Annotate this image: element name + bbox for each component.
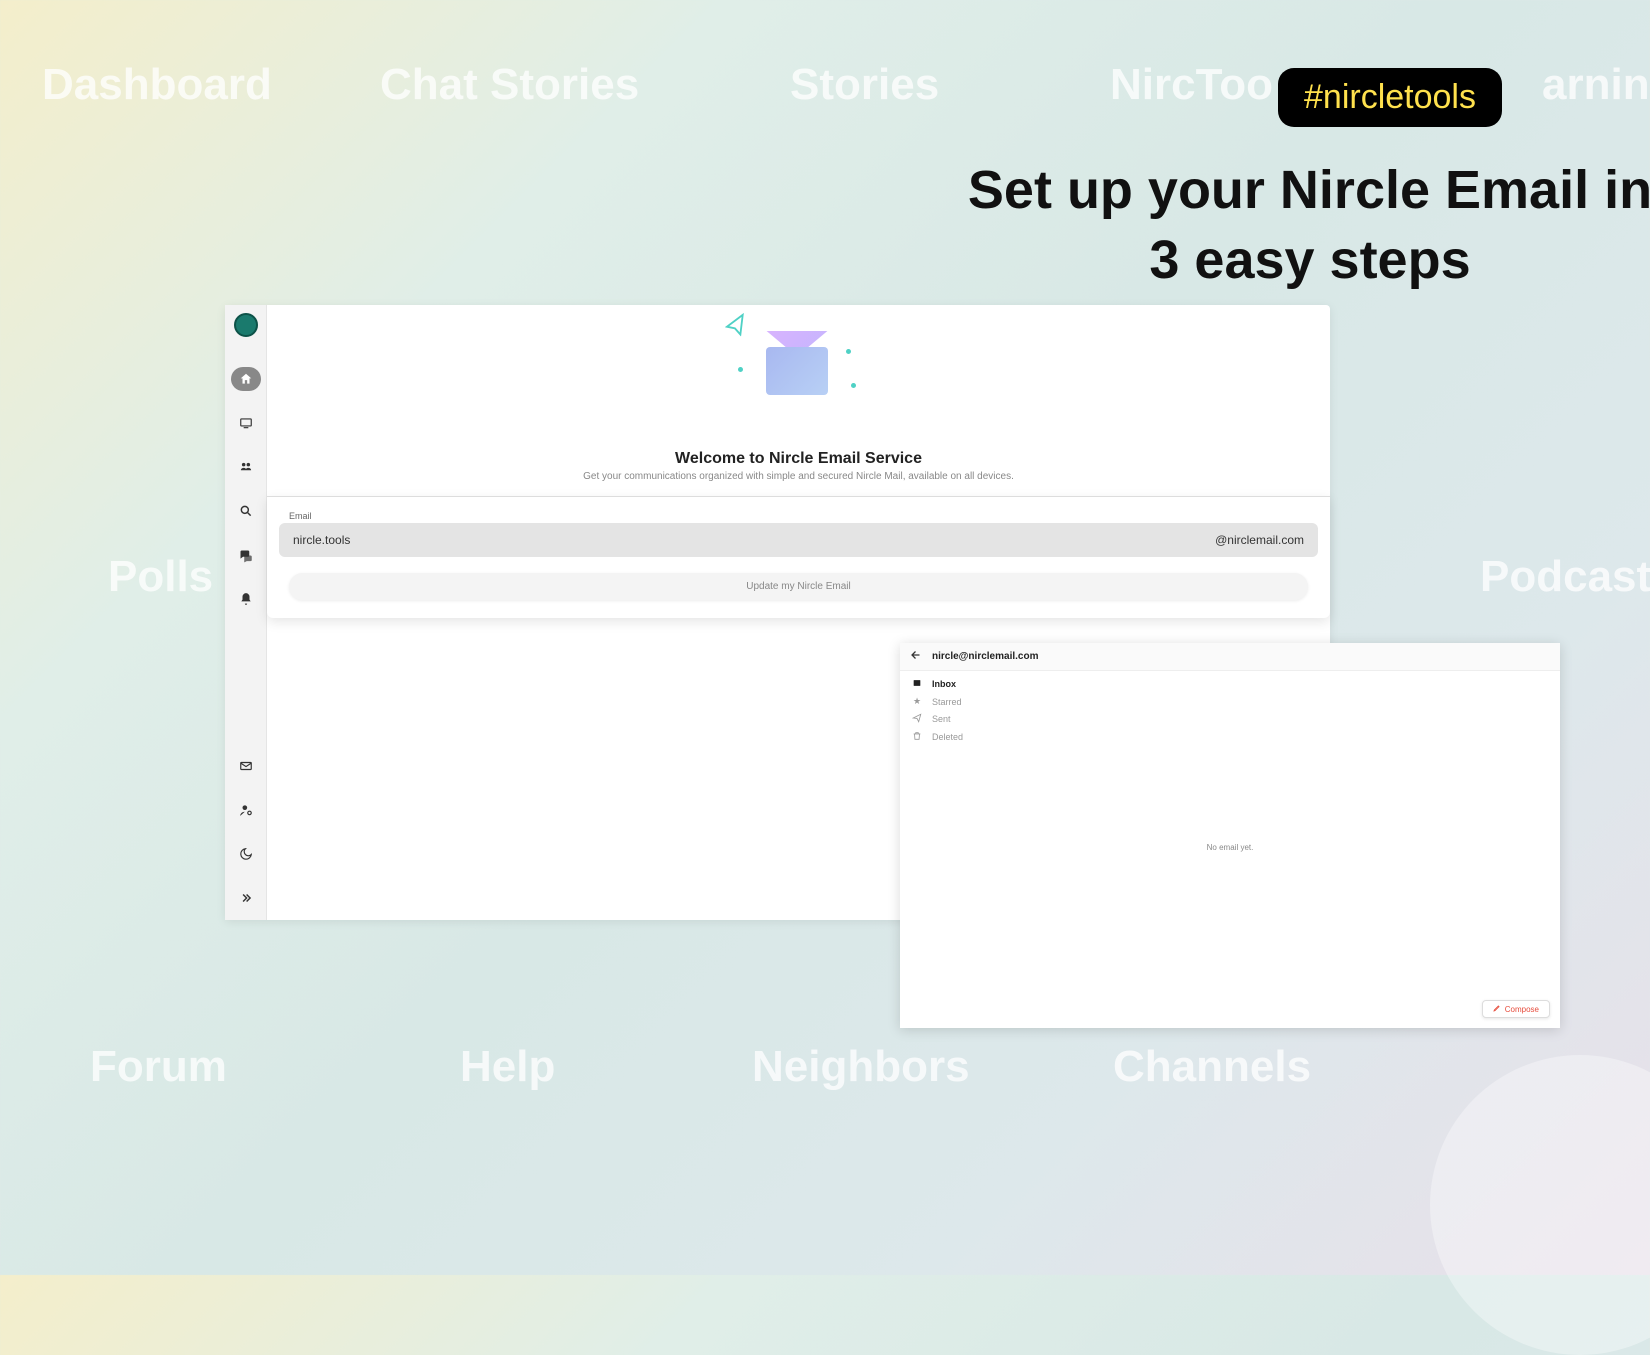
app-sidebar — [225, 305, 267, 920]
email-label: Email — [279, 511, 1318, 521]
mail-icon[interactable] — [234, 754, 258, 778]
compose-label: Compose — [1505, 1005, 1539, 1014]
email-suffix: @nirclemail.com — [1215, 533, 1304, 547]
bg-podcast: Podcast — [1480, 552, 1650, 602]
bg-polls: Polls — [108, 552, 213, 602]
folder-starred[interactable]: ★ Starred — [900, 693, 1560, 710]
star-icon: ★ — [912, 696, 922, 707]
people-icon[interactable] — [234, 455, 258, 479]
hashtag-pill: #nircletools — [1278, 68, 1502, 127]
email-input-row: @nirclemail.com — [279, 523, 1318, 557]
welcome-subtitle: Get your communications organized with s… — [267, 471, 1330, 482]
inbox-email-address: nircle@nirclemail.com — [932, 651, 1038, 662]
folder-list: Inbox ★ Starred Sent Deleted — [900, 671, 1560, 750]
bg-neighbors: Neighbors — [752, 1042, 970, 1092]
user-settings-icon[interactable] — [234, 798, 258, 822]
bg-forum: Forum — [90, 1042, 227, 1092]
chat-icon[interactable] — [234, 543, 258, 567]
welcome-title: Welcome to Nircle Email Service — [267, 450, 1330, 468]
update-email-button[interactable]: Update my Nircle Email — [289, 573, 1308, 600]
sent-icon — [912, 713, 922, 725]
bell-icon[interactable] — [234, 587, 258, 611]
tv-icon[interactable] — [234, 411, 258, 435]
folder-deleted[interactable]: Deleted — [900, 728, 1560, 746]
paper-plane-icon — [723, 312, 751, 345]
folder-inbox[interactable]: Inbox — [900, 675, 1560, 693]
folder-label: Starred — [932, 697, 962, 707]
email-setup-card: Email @nirclemail.com Update my Nircle E… — [267, 496, 1330, 618]
logo-icon[interactable] — [234, 313, 258, 337]
folder-label: Deleted — [932, 732, 963, 742]
folder-label: Sent — [932, 714, 951, 724]
email-input[interactable] — [293, 533, 1215, 547]
inbox-header: nircle@nirclemail.com — [900, 643, 1560, 671]
bg-nirctoo: NircToo — [1110, 60, 1273, 110]
trash-icon — [912, 731, 922, 743]
inbox-folder-icon — [912, 678, 922, 690]
email-setup-content: Welcome to Nircle Email Service Get your… — [267, 305, 1330, 618]
bg-help: Help — [460, 1042, 555, 1092]
bg-dashboard: Dashboard — [42, 60, 272, 110]
headline: Set up your Nircle Email in 3 easy steps — [960, 155, 1650, 295]
corner-decoration — [1430, 1055, 1650, 1355]
compose-button[interactable]: Compose — [1482, 1000, 1550, 1018]
folder-label: Inbox — [932, 679, 956, 689]
pencil-icon — [1493, 1004, 1501, 1014]
folder-sent[interactable]: Sent — [900, 710, 1560, 728]
search-icon[interactable] — [234, 499, 258, 523]
hero-illustration — [267, 315, 1330, 420]
bg-chat-stories: Chat Stories — [380, 60, 639, 110]
bg-arning: arning — [1542, 60, 1650, 110]
empty-inbox-text: No email yet. — [900, 843, 1560, 852]
bg-channels: Channels — [1113, 1042, 1311, 1092]
moon-icon[interactable] — [234, 842, 258, 866]
inbox-panel: nircle@nirclemail.com Inbox ★ Starred Se… — [900, 643, 1560, 1028]
home-icon[interactable] — [231, 367, 261, 391]
expand-icon[interactable] — [234, 886, 258, 910]
back-icon[interactable] — [910, 649, 922, 664]
bg-stories: Stories — [790, 60, 939, 110]
